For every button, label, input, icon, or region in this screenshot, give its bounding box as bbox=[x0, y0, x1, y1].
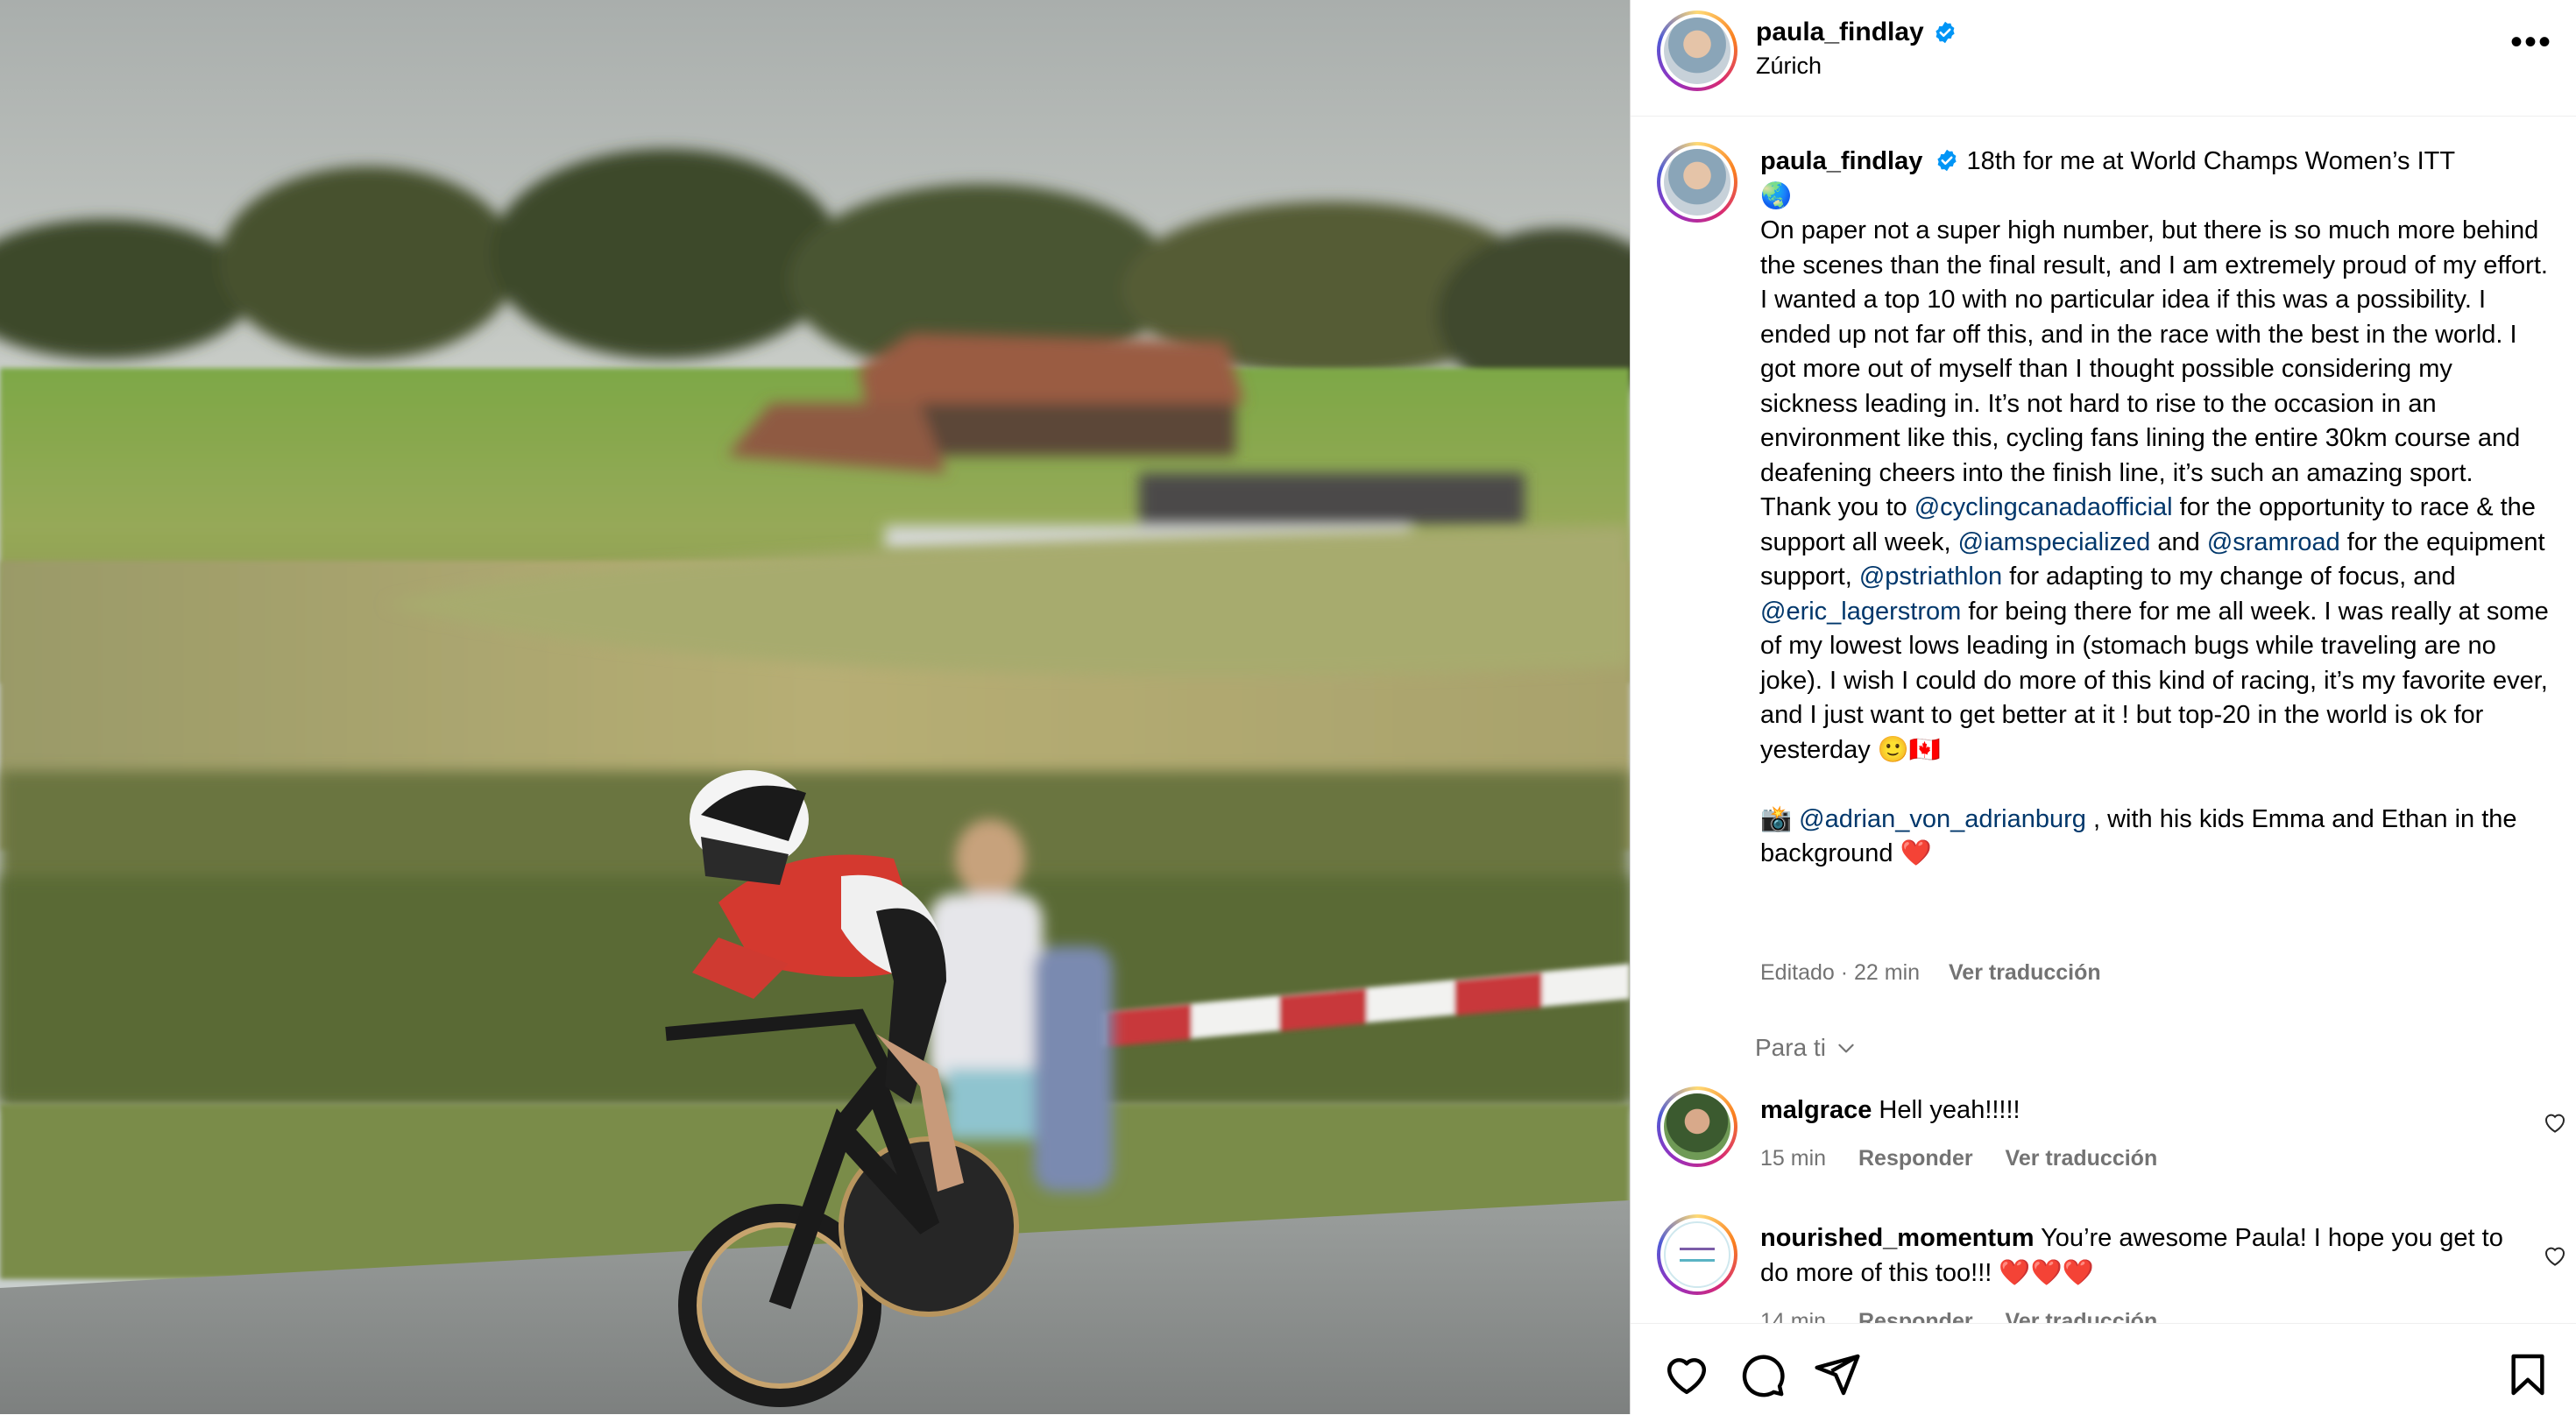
caption-author-avatar[interactable] bbox=[1657, 142, 1737, 223]
post-actions-bar bbox=[1631, 1323, 2576, 1415]
author-username[interactable]: paula_findlay bbox=[1756, 18, 1957, 47]
post-side-panel: paula_findlay Zúrich ••• paula_findlay 1… bbox=[1630, 0, 2576, 1415]
cyclist-photo-image bbox=[0, 0, 1630, 1414]
caption-meta: Editado · 22 min Ver traducción bbox=[1760, 960, 2101, 986]
globe-emoji: 🌏 bbox=[1760, 181, 1793, 210]
comment-meta: 14 min Responder Ver traducción bbox=[1760, 1309, 2183, 1323]
comment-username[interactable]: malgrace bbox=[1760, 1096, 1872, 1124]
comment-time: 15 min bbox=[1760, 1146, 1827, 1171]
caption-username[interactable]: paula_findlay bbox=[1760, 147, 1922, 175]
comment-username[interactable]: nourished_momentum bbox=[1760, 1224, 2035, 1252]
caption-spacer bbox=[1760, 768, 2553, 803]
comment-item: nourished_momentum You’re awesome Paula!… bbox=[1631, 1213, 2576, 1323]
caption-headline: 18th for me at World Champs Women’s ITT bbox=[1966, 147, 2456, 175]
heart-icon[interactable] bbox=[1662, 1350, 1711, 1399]
bookmark-icon[interactable] bbox=[2503, 1350, 2552, 1399]
heart-emoji: ❤️ bbox=[1900, 839, 1932, 867]
caption-edited-time: Editado · 22 min bbox=[1760, 960, 1921, 985]
comment-icon[interactable] bbox=[1737, 1350, 1787, 1399]
caption-thanks-paragraph: Thank you to @cyclingcanadaofficial for … bbox=[1760, 491, 2553, 768]
post-caption: paula_findlay 18th for me at World Champ… bbox=[1760, 145, 2553, 872]
comment-text: nourished_momentum You’re awesome Paula!… bbox=[1760, 1221, 2523, 1291]
comment-meta: 15 min Responder Ver traducción bbox=[1760, 1146, 2183, 1171]
camera-emoji: 📸 bbox=[1760, 804, 1793, 833]
caption-text: and bbox=[2150, 527, 2207, 556]
chevron-down-icon bbox=[1838, 1044, 1854, 1053]
caption-photo-credit: 📸 @adrian_von_adrianburg , with his kids… bbox=[1760, 803, 2553, 872]
share-icon[interactable] bbox=[1813, 1350, 1862, 1399]
comment-translate-button[interactable]: Ver traducción bbox=[2006, 1309, 2158, 1323]
comment-reply-button[interactable]: Responder bbox=[1858, 1146, 1973, 1171]
hearts-emoji: ❤️❤️❤️ bbox=[1999, 1258, 2094, 1287]
caption-text: for adapting to my change of focus, and bbox=[2002, 562, 2456, 591]
verified-badge-icon bbox=[1936, 21, 1955, 44]
more-options-icon[interactable]: ••• bbox=[2505, 25, 2558, 68]
post-header: paula_findlay Zúrich ••• bbox=[1631, 0, 2576, 117]
mention-link[interactable]: @iamspecialized bbox=[1958, 528, 2151, 556]
for-you-label: Para ti bbox=[1755, 1034, 1826, 1061]
post-photo[interactable] bbox=[0, 0, 1630, 1414]
mention-link[interactable]: @sramroad bbox=[2207, 528, 2340, 556]
like-comment-heart-icon[interactable] bbox=[2542, 1242, 2568, 1269]
mention-link[interactable]: @eric_lagerstrom bbox=[1760, 598, 1961, 626]
for-you-sort-toggle[interactable]: Para ti bbox=[1755, 1034, 1858, 1062]
mention-link[interactable]: @adrian_von_adrianburg bbox=[1799, 805, 2086, 833]
comment-translate-button[interactable]: Ver traducción bbox=[2006, 1146, 2158, 1171]
commenter-avatar[interactable] bbox=[1657, 1214, 1737, 1295]
caption-see-translation[interactable]: Ver traducción bbox=[1949, 960, 2101, 985]
caption-text: Thank you to bbox=[1760, 493, 1914, 521]
comment-item: malgrace Hell yeah!!!!! 15 min Responder… bbox=[1631, 1085, 2576, 1181]
emoji-smile-flag: 🙂🇨🇦 bbox=[1877, 735, 1942, 764]
caption-paragraph-1: On paper not a super high number, but th… bbox=[1760, 216, 2548, 487]
commenter-avatar[interactable] bbox=[1657, 1086, 1737, 1167]
comment-text: malgrace Hell yeah!!!!! bbox=[1760, 1093, 2523, 1128]
post-location[interactable]: Zúrich bbox=[1756, 53, 1822, 80]
mention-link[interactable]: @pstriathlon bbox=[1859, 562, 2002, 591]
comment-reply-button[interactable]: Responder bbox=[1858, 1309, 1973, 1323]
author-avatar[interactable] bbox=[1657, 11, 1737, 91]
verified-badge-icon bbox=[1937, 149, 1957, 172]
mention-link[interactable]: @cyclingcanadaofficial bbox=[1914, 493, 2173, 521]
like-comment-heart-icon[interactable] bbox=[2542, 1109, 2568, 1136]
comment-time: 14 min bbox=[1760, 1309, 1827, 1323]
comment-body: Hell yeah!!!!! bbox=[1872, 1096, 2020, 1124]
